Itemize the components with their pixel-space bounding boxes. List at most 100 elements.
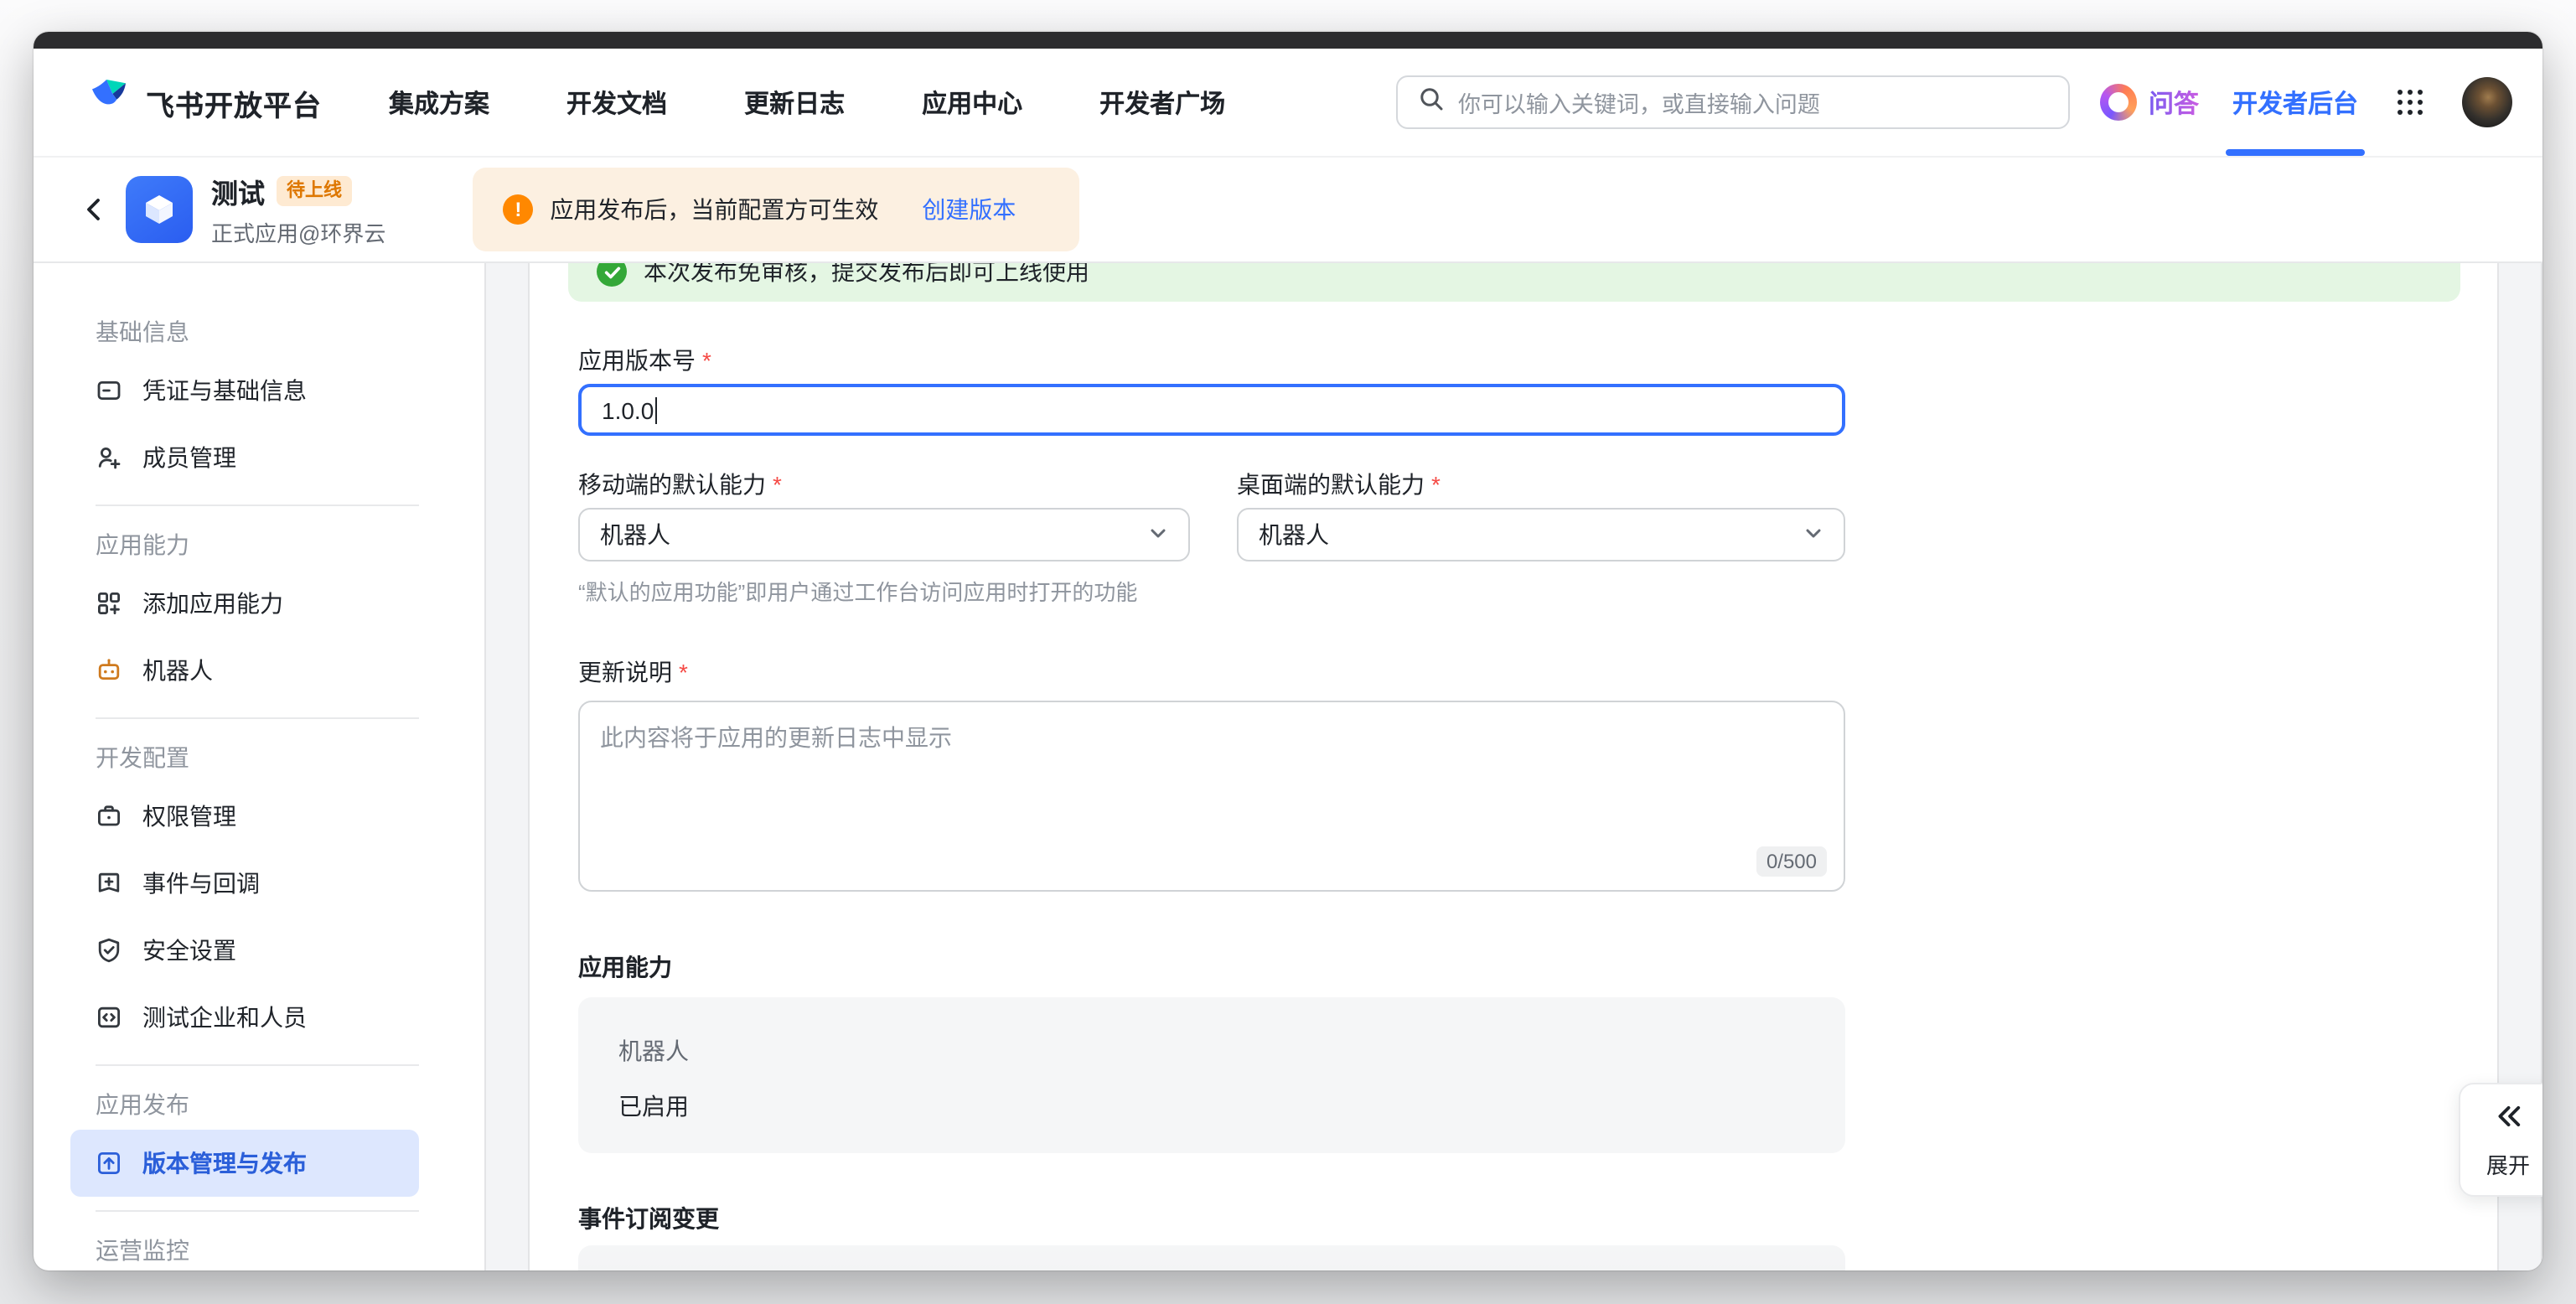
qa-link[interactable]: 问答 (2100, 84, 2199, 121)
mobile-capability-value: 机器人 (600, 518, 670, 551)
sidebar-section-title-3: 应用发布 (70, 1079, 484, 1130)
sidebar-scrollbar-gutter[interactable] (484, 263, 530, 1270)
sidebar-divider (96, 717, 419, 719)
sidebar-item-label: 权限管理 (142, 799, 236, 833)
sidebar-item-label: 版本管理与发布 (142, 1146, 307, 1180)
success-banner: 本次发布免审核，提交发布后即可上线使用 (568, 263, 2460, 302)
warning-icon: ! (503, 194, 533, 225)
update-notes-label: 更新说明* (578, 657, 1845, 687)
required-asterisk: * (679, 659, 688, 686)
publish-arrow-icon (96, 1150, 122, 1177)
mobile-capability-label: 移动端的默认能力* (578, 469, 1190, 499)
top-navigation: 飞书开放平台 集成方案 开发文档 更新日志 应用中心 开发者广场 你可以输入关键词，或直… (34, 49, 2542, 158)
status-badge: 待上线 (277, 176, 352, 206)
app-cube-icon (126, 176, 193, 243)
capability-hint: “默认的应用功能”即用户通过工作台访问应用时打开的功能 (578, 575, 1845, 607)
search-input[interactable]: 你可以输入关键词，或直接输入问题 (1396, 75, 2070, 129)
app-name: 测试 (211, 171, 265, 211)
body-row: 基础信息凭证与基础信息成员管理应用能力添加应用能力机器人开发配置权限管理事件与回… (34, 263, 2542, 1270)
nav-link-2[interactable]: 更新日志 (744, 85, 845, 120)
robot-icon (96, 657, 122, 684)
nav-link-3[interactable]: 应用中心 (922, 85, 1022, 120)
nav-link-4[interactable]: 开发者广场 (1099, 85, 1225, 120)
text-caret (655, 396, 657, 423)
main-panel: 本次发布免审核，提交发布后即可上线使用 应用版本号* 1.0.0 (530, 263, 2497, 1270)
sidebar-section-title-0: 基础信息 (70, 307, 484, 357)
sidebar: 基础信息凭证与基础信息成员管理应用能力添加应用能力机器人开发配置权限管理事件与回… (34, 263, 484, 1270)
sidebar-section-title-2: 开发配置 (70, 732, 484, 783)
sidebar-item-label: 成员管理 (142, 441, 236, 474)
briefcase-icon (96, 803, 122, 830)
id-card-icon (96, 377, 122, 404)
create-version-link[interactable]: 创建版本 (922, 193, 1016, 226)
nav-links: 集成方案 开发文档 更新日志 应用中心 开发者广场 (389, 85, 1225, 120)
developer-console-label: 开发者后台 (2232, 85, 2358, 120)
event-subscription-section-title: 事件订阅变更 (578, 1203, 1845, 1234)
sidebar-section-title-4: 运营监控 (70, 1225, 484, 1270)
search-placeholder: 你可以输入关键词，或直接输入问题 (1458, 85, 1820, 119)
desktop-capability-select[interactable]: 机器人 (1237, 508, 1845, 561)
required-asterisk: * (773, 471, 782, 498)
sidebar-item-code-box[interactable]: 测试企业和人员 (70, 984, 419, 1051)
app-header: 测试 待上线 正式应用@环界云 ! 应用发布后，当前配置方可生效 创建版本 (34, 158, 2542, 263)
sidebar-item-shield-check[interactable]: 安全设置 (70, 917, 419, 984)
expand-label: 展开 (2486, 1147, 2530, 1179)
feishu-logo[interactable]: 飞书开放平台 (87, 76, 322, 128)
update-notes-textarea[interactable]: 此内容将于应用的更新日志中显示 0/500 (578, 701, 1845, 892)
sidebar-item-user-plus[interactable]: 成员管理 (70, 424, 419, 491)
feishu-logo-icon (87, 76, 131, 128)
sidebar-item-briefcase[interactable]: 权限管理 (70, 783, 419, 850)
required-asterisk: * (1431, 471, 1441, 498)
sidebar-item-publish-arrow[interactable]: 版本管理与发布 (70, 1130, 419, 1197)
sidebar-divider (96, 1210, 419, 1212)
capability-status: 已启用 (618, 1089, 1805, 1123)
warning-text: 应用发布后，当前配置方可生效 (550, 193, 878, 226)
sidebar-section-title-1: 应用能力 (70, 520, 484, 570)
shield-check-icon (96, 937, 122, 964)
app-subtitle: 正式应用@环界云 (211, 216, 385, 248)
sidebar-item-event-flag[interactable]: 事件与回调 (70, 850, 419, 917)
expand-panel-button[interactable]: 展开 (2459, 1083, 2542, 1197)
desktop-capability-label: 桌面端的默认能力* (1237, 469, 1845, 499)
nav-link-0[interactable]: 集成方案 (389, 85, 489, 120)
grid-plus-icon (96, 590, 122, 617)
app-grid-icon[interactable] (2395, 87, 2425, 117)
app-title-block: 测试 待上线 正式应用@环界云 (211, 171, 385, 248)
success-banner-text: 本次发布免审核，提交发布后即可上线使用 (644, 263, 1089, 288)
app-capability-section-title: 应用能力 (578, 952, 1845, 982)
required-asterisk: * (702, 347, 711, 374)
event-subscription-card (578, 1245, 1845, 1270)
sidebar-item-label: 机器人 (142, 654, 213, 687)
sidebar-item-label: 安全设置 (142, 934, 236, 967)
developer-console-tab[interactable]: 开发者后台 (2232, 49, 2358, 156)
chevron-down-icon (1803, 521, 1823, 548)
version-field-label: 应用版本号* (578, 345, 1845, 375)
user-plus-icon (96, 444, 122, 471)
sidebar-item-id-card[interactable]: 凭证与基础信息 (70, 357, 419, 424)
code-box-icon (96, 1004, 122, 1031)
user-avatar[interactable] (2462, 77, 2512, 127)
qa-gradient-ring-icon (2100, 84, 2137, 121)
sidebar-item-label: 事件与回调 (142, 867, 260, 900)
desktop-capability-value: 机器人 (1259, 518, 1329, 551)
sidebar-item-label: 添加应用能力 (142, 587, 283, 620)
sidebar-divider (96, 1064, 419, 1066)
version-input[interactable]: 1.0.0 (578, 384, 1845, 436)
chevron-down-icon (1148, 521, 1168, 548)
sidebar-divider (96, 505, 419, 506)
event-flag-icon (96, 870, 122, 897)
mobile-capability-select[interactable]: 机器人 (578, 508, 1190, 561)
sidebar-item-grid-plus[interactable]: 添加应用能力 (70, 570, 419, 637)
nav-link-1[interactable]: 开发文档 (566, 85, 667, 120)
capability-name: 机器人 (618, 1034, 1805, 1068)
app-capability-card: 机器人 已启用 (578, 997, 1845, 1153)
sidebar-item-label: 凭证与基础信息 (142, 374, 307, 407)
back-chevron-icon[interactable] (79, 194, 109, 225)
sidebar-item-robot[interactable]: 机器人 (70, 637, 419, 704)
publish-warning-banner: ! 应用发布后，当前配置方可生效 创建版本 (473, 168, 1079, 251)
window-chrome-bar (34, 32, 2542, 49)
qa-label: 问答 (2149, 85, 2199, 120)
success-check-icon (597, 263, 627, 287)
logo-text: 飞书开放平台 (146, 81, 322, 123)
version-input-value: 1.0.0 (602, 396, 654, 423)
